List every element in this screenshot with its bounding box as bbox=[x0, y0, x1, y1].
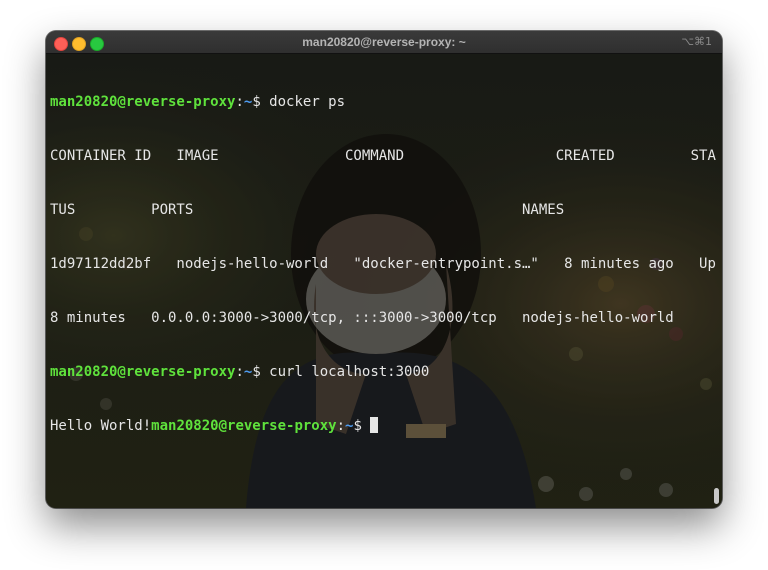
terminal-line-3: TUS PORTS NAMES bbox=[50, 202, 565, 218]
window-shortcut: ⌥⌘1 bbox=[681, 35, 712, 48]
terminal-line-7: Hello World!man20820@reverse-proxy:~$ bbox=[50, 417, 718, 435]
text-cursor[interactable] bbox=[370, 417, 379, 433]
prompt-user: man20820@reverse-proxy bbox=[50, 364, 236, 380]
terminal-line-4: 1d97112dd2bf nodejs-hello-world "docker-… bbox=[50, 256, 716, 272]
prompt-user: man20820@reverse-proxy bbox=[50, 94, 236, 110]
terminal-body[interactable]: man20820@reverse-proxy:~$ docker ps CONT… bbox=[46, 54, 722, 508]
terminal-output[interactable]: man20820@reverse-proxy:~$ docker ps CONT… bbox=[50, 57, 718, 471]
prompt-symbol: $ bbox=[353, 418, 362, 434]
prompt-symbol: $ bbox=[252, 364, 261, 380]
prompt-user: man20820@reverse-proxy bbox=[151, 418, 337, 434]
terminal-line-2: CONTAINER ID IMAGE COMMAND CREATED STA bbox=[50, 148, 716, 164]
prompt-colon: : bbox=[336, 418, 346, 434]
terminal-window: man20820@reverse-proxy: ~ ⌥⌘1 man20820@r… bbox=[46, 31, 722, 508]
prompt-colon: : bbox=[235, 364, 244, 380]
terminal-line-1: man20820@reverse-proxy:~$ docker ps bbox=[50, 93, 718, 111]
prompt-symbol: $ bbox=[252, 94, 261, 110]
command-text: curl localhost:3000 bbox=[260, 364, 430, 380]
command-text: docker ps bbox=[260, 94, 346, 110]
command-output: Hello World! bbox=[50, 418, 152, 434]
scrollbar[interactable] bbox=[714, 488, 719, 504]
terminal-line-5: 8 minutes 0.0.0.0:3000->3000/tcp, :::300… bbox=[50, 310, 674, 326]
terminal-line-6: man20820@reverse-proxy:~$ curl localhost… bbox=[50, 363, 718, 381]
window-title: man20820@reverse-proxy: ~ bbox=[302, 35, 466, 49]
prompt-colon: : bbox=[235, 94, 244, 110]
title-bar[interactable]: man20820@reverse-proxy: ~ ⌥⌘1 bbox=[46, 31, 722, 54]
